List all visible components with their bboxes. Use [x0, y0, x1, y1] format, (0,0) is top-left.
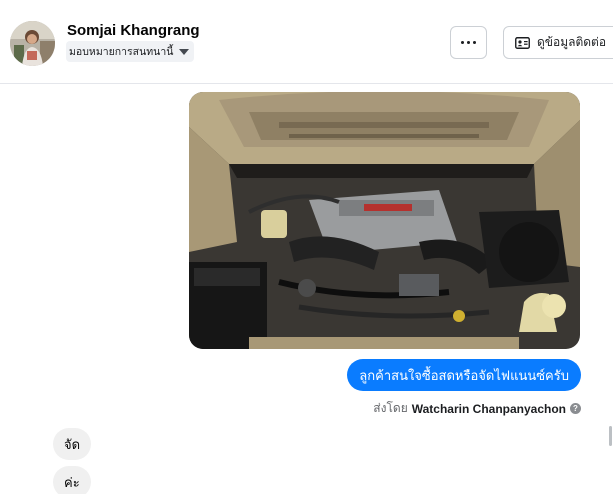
contact-card-icon — [515, 36, 530, 49]
contact-name[interactable]: Somjai Khangrang — [67, 22, 200, 39]
assign-conversation-label: มอบหมายการสนทนานี้ — [69, 46, 174, 58]
incoming-message-text: ค่ะ — [64, 474, 80, 490]
incoming-message-bubble[interactable]: ค่ะ — [53, 466, 91, 494]
assign-conversation-dropdown[interactable]: มอบหมายการสนทนานี้ — [66, 41, 195, 62]
view-contact-info-button[interactable]: ดูข้อมูลติดต่อ — [503, 26, 613, 59]
sent-by-label: ส่งโดย Watcharin Chanpanyachon ? — [373, 399, 581, 418]
thread-scrollbar-thumb[interactable] — [609, 426, 612, 446]
more-options-button[interactable] — [450, 26, 487, 59]
incoming-message-text: จัด — [64, 436, 81, 452]
more-horizontal-icon — [461, 41, 464, 44]
outgoing-message-text: ลูกค้าสนใจซื้อสดหรือจัดไฟแนนซ์ครับ — [359, 367, 569, 383]
more-dot — [473, 41, 476, 44]
view-contact-info-label: ดูข้อมูลติดต่อ — [537, 35, 607, 49]
contact-avatar[interactable] — [10, 21, 55, 66]
incoming-message-bubble[interactable]: จัด — [53, 428, 92, 460]
info-circle-icon[interactable]: ? — [570, 403, 581, 414]
sent-by-name: Watcharin Chanpanyachon — [411, 401, 566, 416]
avatar-image — [10, 21, 55, 66]
caret-down-icon — [179, 49, 190, 55]
message-thread: ลูกค้าสนใจซื้อสดหรือจัดไฟแนนซ์ครับ ส่งโด… — [0, 85, 613, 494]
more-dot — [467, 41, 470, 44]
sent-by-prefix: ส่งโดย — [373, 401, 408, 415]
conversation-header: Somjai Khangrang มอบหมายการสนทนานี้ ดูข้… — [0, 0, 613, 84]
engine-bay-image — [189, 92, 580, 349]
engine-bay-photo[interactable] — [189, 92, 580, 349]
outgoing-message-bubble[interactable]: ลูกค้าสนใจซื้อสดหรือจัดไฟแนนซ์ครับ — [347, 359, 581, 391]
